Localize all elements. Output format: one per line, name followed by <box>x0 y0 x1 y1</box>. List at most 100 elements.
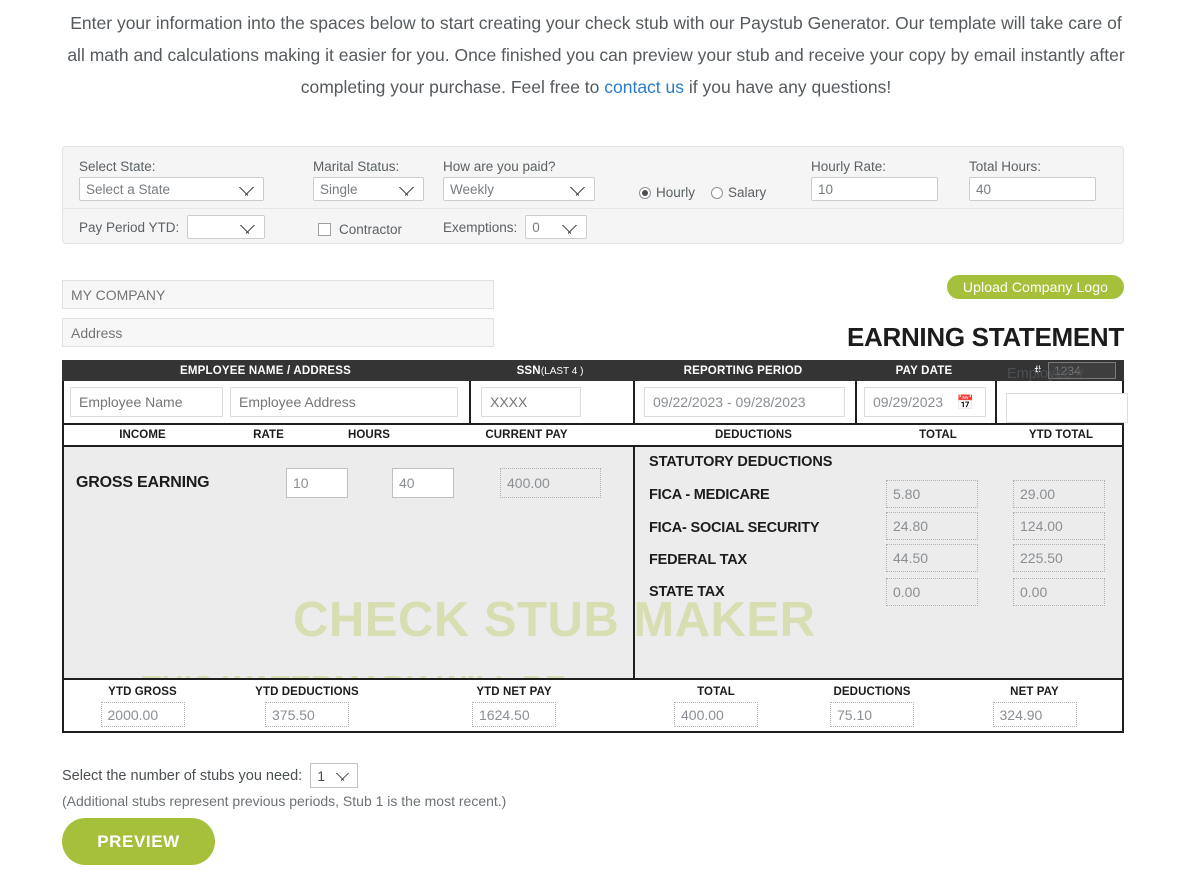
employee-number-label: Employee # <box>1007 366 1084 382</box>
column-rate: RATE <box>221 429 316 441</box>
ytd-net-pay-input[interactable] <box>472 702 556 727</box>
stub-count-note: (Additional stubs represent previous per… <box>62 793 506 809</box>
deduction-total-social-security[interactable] <box>886 512 978 540</box>
deduction-ytd-social-security[interactable] <box>1013 512 1105 540</box>
net-pay-label: NET PAY <box>947 686 1122 698</box>
ytd-deductions-input[interactable] <box>265 702 349 727</box>
total-input[interactable] <box>674 702 758 727</box>
gross-current-pay-input[interactable] <box>500 468 601 498</box>
select-state-field: Select State: Select a State <box>79 159 264 201</box>
intro-text-part1: Enter your information into the spaces b… <box>67 13 1124 97</box>
employee-number-input[interactable] <box>1006 393 1128 423</box>
stub-dark-header: EMPLOYEE NAME / ADDRESS SSN(LAST 4 ) REP… <box>62 360 1124 381</box>
salary-radio-group[interactable]: Salary <box>711 185 766 200</box>
contractor-checkbox-icon[interactable] <box>318 223 331 236</box>
deductions-total-label: DEDUCTIONS <box>797 686 947 698</box>
company-address-input[interactable] <box>62 318 494 347</box>
select-state-label: Select State: <box>79 159 264 174</box>
deduction-total-federal-tax[interactable] <box>886 544 978 572</box>
pay-frequency-field: How are you paid? Weekly <box>443 159 595 201</box>
ytd-gross-label: YTD GROSS <box>64 686 221 698</box>
total-label: TOTAL <box>635 686 797 698</box>
ytd-deductions-cell: YTD DEDUCTIONS <box>221 686 393 727</box>
net-pay-input[interactable] <box>993 702 1077 727</box>
stub-count-dropdown[interactable]: 1 <box>310 763 358 788</box>
total-hours-field: Total Hours: <box>969 159 1096 201</box>
reporting-period-input[interactable] <box>644 387 845 417</box>
deduction-label-federal-tax: FEDERAL TAX <box>649 552 747 568</box>
ytd-gross-input[interactable] <box>101 702 185 727</box>
pay-period-ytd-field: Pay Period YTD: <box>79 215 265 239</box>
preview-button[interactable]: PREVIEW <box>62 818 215 865</box>
hourly-rate-input[interactable] <box>811 177 938 201</box>
statutory-deductions-title: STATUTORY DEDUCTIONS <box>649 454 832 470</box>
total-hours-label: Total Hours: <box>969 159 1096 174</box>
options-row-2: Pay Period YTD: Contractor Exemptions: 0 <box>63 209 1123 244</box>
calendar-icon[interactable]: 📅 <box>957 395 974 409</box>
stub-inputs-row: 📅 Employee # <box>62 381 1124 425</box>
deduction-label-medicare: FICA - MEDICARE <box>649 487 770 503</box>
stub-column-headers: INCOME RATE HOURS CURRENT PAY DEDUCTIONS… <box>62 425 1124 447</box>
gross-hours-input[interactable] <box>392 468 454 498</box>
total-hours-input[interactable] <box>969 177 1096 201</box>
deduction-ytd-state-tax[interactable] <box>1013 578 1105 606</box>
intro-paragraph: Enter your information into the spaces b… <box>60 0 1132 103</box>
deductions-total-cell: DEDUCTIONS <box>797 686 947 727</box>
contact-us-link[interactable]: contact us <box>604 77 684 97</box>
deduction-total-state-tax[interactable] <box>886 578 978 606</box>
upload-company-logo-button[interactable]: Upload Company Logo <box>947 275 1124 299</box>
ssn-cell <box>471 381 633 423</box>
deduction-ytd-federal-tax[interactable] <box>1013 544 1105 572</box>
header-reporting-period: REPORTING PERIOD <box>632 365 854 377</box>
pay-date-cell: 📅 <box>857 381 995 423</box>
hourly-radio-icon[interactable] <box>639 187 651 199</box>
select-state-dropdown[interactable]: Select a State <box>79 177 264 201</box>
paystub-generator-page: Enter your information into the spaces b… <box>0 0 1191 883</box>
options-panel: Select State: Select a State Marital Sta… <box>62 146 1124 244</box>
contractor-label: Contractor <box>339 222 402 237</box>
column-total: TOTAL <box>876 429 1000 441</box>
gross-earning-label: GROSS EARNING <box>76 474 209 492</box>
header-ssn-sub: (LAST 4 ) <box>541 366 584 377</box>
options-row-1: Select State: Select a State Marital Sta… <box>63 147 1123 209</box>
deduction-ytd-medicare[interactable] <box>1013 480 1105 508</box>
employee-name-input[interactable] <box>70 387 223 417</box>
hourly-radio-label: Hourly <box>656 185 695 200</box>
exemptions-dropdown[interactable]: 0 <box>525 215 587 239</box>
stub-body-earnings: CHECK STUB MAKER THIS WATERMARK WILL BE … <box>64 447 635 678</box>
employee-number-cell: Employee # <box>997 381 1122 423</box>
deduction-total-medicare[interactable] <box>886 480 978 508</box>
deduction-label-state-tax: STATE TAX <box>649 584 725 600</box>
stub-count-group: Select the number of stubs you need: 1 <box>62 763 358 788</box>
exemptions-label: Exemptions: <box>443 220 517 235</box>
employee-address-input[interactable] <box>230 387 458 417</box>
exemptions-field: Exemptions: 0 <box>443 215 587 239</box>
column-current-pay: CURRENT PAY <box>422 429 631 441</box>
reporting-period-cell <box>635 381 855 423</box>
paystub-table: EMPLOYEE NAME / ADDRESS SSN(LAST 4 ) REP… <box>62 360 1124 733</box>
column-deductions: DEDUCTIONS <box>631 429 876 441</box>
marital-status-field: Marital Status: Single <box>313 159 424 201</box>
intro-text-part2: if you have any questions! <box>684 77 891 97</box>
marital-status-dropdown[interactable]: Single <box>313 177 424 201</box>
pay-period-ytd-dropdown[interactable] <box>187 215 265 239</box>
salary-radio-label: Salary <box>728 185 766 200</box>
hourly-rate-label: Hourly Rate: <box>811 159 938 174</box>
stub-body: CHECK STUB MAKER THIS WATERMARK WILL BE … <box>62 447 1124 680</box>
column-hours: HOURS <box>316 429 422 441</box>
company-name-input[interactable] <box>62 280 494 309</box>
header-pay-date: PAY DATE <box>854 365 994 377</box>
column-ytd-total: YTD TOTAL <box>1000 429 1122 441</box>
stub-totals-row: YTD GROSS YTD DEDUCTIONS YTD NET PAY TOT… <box>62 680 1124 733</box>
contractor-checkbox-group[interactable]: Contractor <box>318 222 402 237</box>
deduction-label-social-security: FICA- SOCIAL SECURITY <box>649 520 819 536</box>
stub-body-deductions: CHECK STUB MAKER STATUTORY DEDUCTIONS FI… <box>635 447 1122 678</box>
deductions-total-input[interactable] <box>830 702 914 727</box>
salary-radio-icon[interactable] <box>711 187 723 199</box>
header-employee-name-address: EMPLOYEE NAME / ADDRESS <box>63 365 468 377</box>
pay-frequency-dropdown[interactable]: Weekly <box>443 177 595 201</box>
ssn-input[interactable] <box>481 387 581 417</box>
gross-rate-input[interactable] <box>286 468 348 498</box>
earning-statement-title: EARNING STATEMENT <box>847 322 1124 353</box>
hourly-radio-group[interactable]: Hourly <box>639 185 695 200</box>
